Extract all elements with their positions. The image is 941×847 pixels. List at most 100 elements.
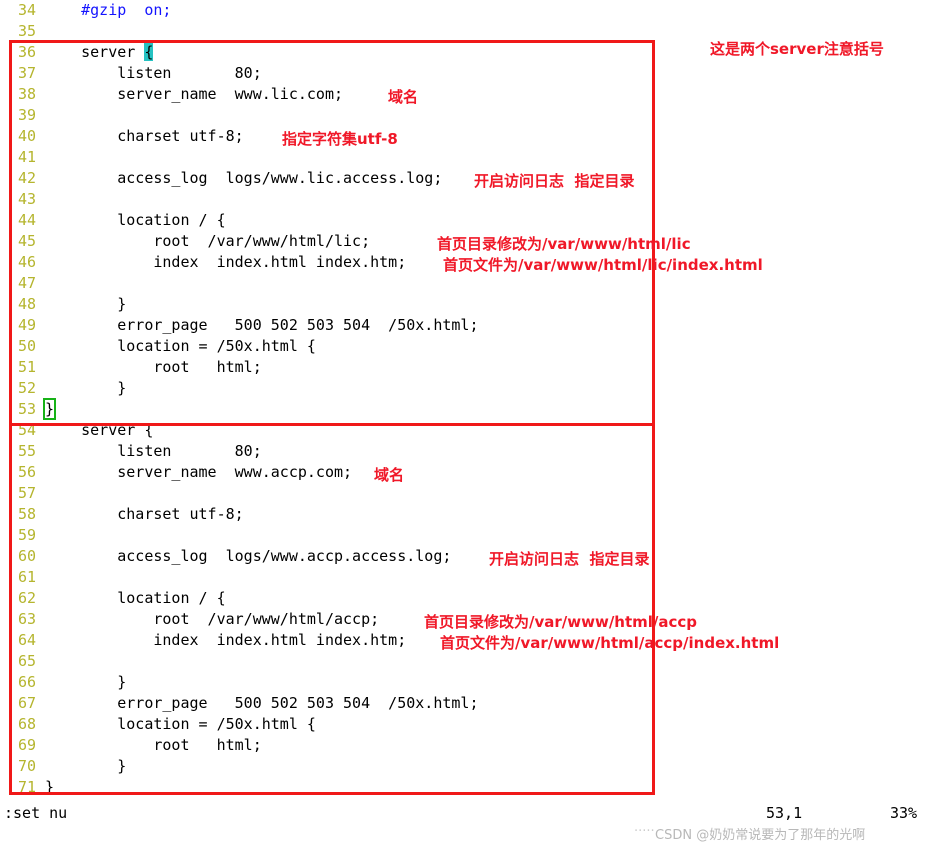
code-text: location = /50x.html {: [45, 715, 316, 733]
code-line[interactable]: 51 root html;: [0, 357, 941, 378]
code-line[interactable]: 65: [0, 651, 941, 672]
code-line[interactable]: 42 access_log logs/www.lic.access.log;: [0, 168, 941, 189]
csdn-watermark: CSDN @奶奶常说要为了那年的光啊: [655, 828, 866, 843]
line-number: 58: [17, 505, 36, 523]
line-number: 52: [17, 379, 36, 397]
line-number: 70: [17, 757, 36, 775]
line-number: 64: [17, 631, 36, 649]
code-text: }: [45, 379, 127, 397]
code-text: root html;: [45, 358, 262, 376]
code-line[interactable]: 39: [0, 105, 941, 126]
code-line[interactable]: 50 location = /50x.html {: [0, 336, 941, 357]
code-text: location = /50x.html {: [45, 337, 316, 355]
code-line[interactable]: 47: [0, 273, 941, 294]
line-number: 63: [17, 610, 36, 628]
code-line[interactable]: 62 location / {: [0, 588, 941, 609]
code-line[interactable]: 68 location = /50x.html {: [0, 714, 941, 735]
code-line[interactable]: 67 error_page 500 502 503 504 /50x.html;: [0, 693, 941, 714]
code-text: server {: [45, 42, 154, 63]
code-text: listen 80;: [45, 64, 262, 82]
annotation-index-2: 首页文件为/var/www/html/accp/index.html: [440, 634, 780, 652]
code-text: }: [42, 398, 57, 420]
code-line[interactable]: 54 server {: [0, 420, 941, 441]
annotation-root-2: 首页目录修改为/var/www/html/accp: [424, 613, 698, 631]
code-line[interactable]: 71}: [0, 777, 941, 798]
line-number: 35: [17, 22, 36, 40]
code-line[interactable]: 58 charset utf-8;: [0, 504, 941, 525]
line-number: 39: [17, 106, 36, 124]
code-line[interactable]: 59: [0, 525, 941, 546]
code-text: error_page 500 502 503 504 /50x.html;: [45, 694, 479, 712]
line-number: 49: [17, 316, 36, 334]
code-text: server {: [45, 421, 154, 439]
code-text: charset utf-8;: [45, 127, 244, 145]
line-number: 56: [17, 463, 36, 481]
code-line[interactable]: 44 location / {: [0, 210, 941, 231]
code-line[interactable]: 43: [0, 189, 941, 210]
line-number: 51: [17, 358, 36, 376]
line-number: 40: [17, 127, 36, 145]
code-text: server_name www.lic.com;: [45, 85, 344, 103]
line-number: 71: [17, 778, 36, 796]
vim-cursor-position: 53,1: [766, 804, 803, 822]
annotation-root-1: 首页目录修改为/var/www/html/lic: [437, 235, 691, 253]
code-line[interactable]: 55 listen 80;: [0, 441, 941, 462]
code-text: access_log logs/www.accp.access.log;: [45, 547, 452, 565]
code-line[interactable]: 60 access_log logs/www.accp.access.log;: [0, 546, 941, 567]
line-number: 42: [17, 169, 36, 187]
code-line[interactable]: 38 server_name www.lic.com;: [0, 84, 941, 105]
code-line[interactable]: 52 }: [0, 378, 941, 399]
code-line[interactable]: 53}: [0, 398, 941, 420]
line-number: 50: [17, 337, 36, 355]
line-number: 65: [17, 652, 36, 670]
annotation-charset: 指定字符集utf-8: [282, 130, 398, 148]
vim-status-line: :set nu 53,1 33%: [0, 804, 941, 825]
annotation-accesslog-2: 开启访问日志 指定目录: [489, 550, 650, 568]
code-line[interactable]: 34 #gzip on;: [0, 0, 941, 21]
code-line[interactable]: 41: [0, 147, 941, 168]
code-line[interactable]: 57: [0, 483, 941, 504]
annotation-two-servers: 这是两个server注意括号: [710, 40, 884, 58]
code-line[interactable]: 69 root html;: [0, 735, 941, 756]
code-text: server_name www.accp.com;: [45, 463, 353, 481]
line-number: 47: [17, 274, 36, 292]
line-number: 53: [17, 400, 36, 418]
code-text: }: [45, 757, 127, 775]
code-text: root /var/www/html/accp;: [45, 610, 380, 628]
vim-command-text: :set nu: [4, 804, 68, 822]
annotation-index-1: 首页文件为/var/www/html/lic/index.html: [443, 256, 763, 274]
line-number: 45: [17, 232, 36, 250]
vim-scroll-percent: 33%: [890, 804, 918, 822]
watermark-dots: ·····: [634, 824, 655, 839]
vim-editor-pane[interactable]: 34 #gzip on; 35 36 server {37 listen 80; 38…: [0, 0, 941, 805]
code-text: }: [45, 778, 55, 796]
matching-brace-highlight: {: [144, 43, 154, 61]
code-text: access_log logs/www.lic.access.log;: [45, 169, 443, 187]
line-number: 41: [17, 148, 36, 166]
line-number: 57: [17, 484, 36, 502]
code-line[interactable]: 66 }: [0, 672, 941, 693]
code-text: root /var/www/html/lic;: [45, 232, 371, 250]
code-text: }: [45, 673, 127, 691]
line-number: 54: [17, 421, 36, 439]
code-fragment: server: [45, 43, 145, 61]
code-line[interactable]: 48 }: [0, 294, 941, 315]
code-line[interactable]: 49 error_page 500 502 503 504 /50x.html;: [0, 315, 941, 336]
line-number: 34: [17, 1, 36, 19]
line-number: 62: [17, 589, 36, 607]
annotation-accesslog-1: 开启访问日志 指定目录: [474, 172, 635, 190]
line-number: 67: [17, 694, 36, 712]
code-line[interactable]: 40 charset utf-8;: [0, 126, 941, 147]
code-line[interactable]: 70 }: [0, 756, 941, 777]
code-line[interactable]: 35: [0, 21, 941, 42]
line-number: 66: [17, 673, 36, 691]
code-line[interactable]: 61: [0, 567, 941, 588]
annotation-domain-2: 域名: [374, 466, 405, 484]
code-text: error_page 500 502 503 504 /50x.html;: [45, 316, 479, 334]
line-number: 44: [17, 211, 36, 229]
code-text: }: [45, 295, 127, 313]
line-number: 36: [17, 43, 36, 61]
code-line[interactable]: 37 listen 80;: [0, 63, 941, 84]
line-number: 55: [17, 442, 36, 460]
code-line[interactable]: 56 server_name www.accp.com;: [0, 462, 941, 483]
